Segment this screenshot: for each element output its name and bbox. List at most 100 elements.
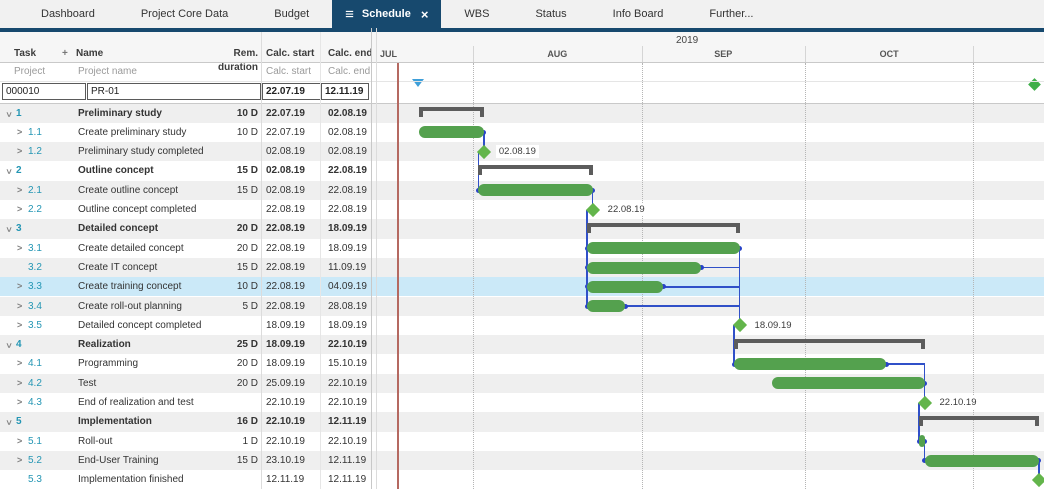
table-row[interactable] <box>0 412 1044 431</box>
summary-bar-cap <box>919 416 923 426</box>
task-bar[interactable] <box>925 455 1039 467</box>
project-start-input[interactable] <box>262 83 321 100</box>
summary-bar-cap <box>921 339 925 349</box>
milestone-date-label: 22.10.19 <box>937 396 980 409</box>
task-bar[interactable] <box>587 300 625 312</box>
tab-label: Schedule <box>362 8 411 20</box>
task-calc-end: 11.09.19 <box>328 258 366 277</box>
column-header-start[interactable]: Calc. start <box>266 47 314 61</box>
summary-bar[interactable] <box>478 165 592 169</box>
tab-label: Further... <box>709 8 753 20</box>
close-tab-icon[interactable]: × <box>421 8 429 21</box>
expand-chevron-icon[interactable]: > <box>17 200 22 219</box>
task-number: 4.1 <box>28 354 42 373</box>
summary-bar-cap <box>587 223 591 233</box>
summary-bar[interactable] <box>587 223 739 227</box>
table-gantt-divider[interactable] <box>371 28 372 489</box>
task-bar[interactable] <box>478 184 592 196</box>
expand-chevron-icon[interactable]: > <box>17 393 22 412</box>
tab-info-board[interactable]: Info Board <box>590 0 687 28</box>
summary-bar[interactable] <box>919 416 1039 420</box>
column-header-task[interactable]: Task <box>14 47 36 61</box>
expand-chevron-icon[interactable]: > <box>17 142 22 161</box>
column-divider-duration-start <box>261 32 262 489</box>
summary-bar-cap <box>480 107 484 117</box>
expand-chevron-icon[interactable]: > <box>17 374 22 393</box>
column-header-duration[interactable]: Rem. duration <box>198 47 258 61</box>
project-end-input[interactable] <box>321 83 369 100</box>
task-calc-start: 12.11.19 <box>266 470 304 489</box>
tab-label: Budget <box>274 8 309 20</box>
task-calc-end: 22.08.19 <box>328 200 367 219</box>
task-duration: 15 D <box>198 258 258 277</box>
task-bar[interactable] <box>587 281 663 293</box>
task-duration: 20 D <box>198 374 258 393</box>
tab-bar: DashboardProject Core Data Budget ≡ Schedul… <box>0 0 1044 28</box>
task-calc-end: 15.10.19 <box>328 354 367 373</box>
summary-bar[interactable] <box>419 107 484 111</box>
task-bar[interactable] <box>587 242 739 254</box>
expand-chevron-icon[interactable]: > <box>17 316 22 335</box>
task-bar[interactable] <box>734 358 886 370</box>
task-number: 4.2 <box>28 374 42 393</box>
tab-wbs[interactable]: WBS <box>441 0 512 28</box>
task-number: 1.1 <box>28 123 42 142</box>
task-number: 2.2 <box>28 200 42 219</box>
task-duration: 16 D <box>198 412 258 431</box>
add-column-icon[interactable]: + <box>62 47 68 61</box>
task-duration: 25 D <box>198 335 258 354</box>
expand-chevron-icon[interactable]: > <box>17 123 22 142</box>
tab-further[interactable]: Further... <box>686 0 776 28</box>
column-header-end[interactable]: Calc. end <box>328 47 372 61</box>
task-calc-end: 04.09.19 <box>328 277 367 296</box>
task-name: Create roll-out planning <box>78 297 182 316</box>
tab-schedule[interactable]: ≡ Schedule × <box>332 0 441 28</box>
task-bar[interactable] <box>919 435 924 447</box>
dependency-line <box>886 363 924 365</box>
task-name: Create detailed concept <box>78 239 184 258</box>
task-number: 5.3 <box>28 470 42 489</box>
task-calc-start: 25.09.19 <box>266 374 305 393</box>
expand-chevron-icon[interactable]: > <box>17 354 22 373</box>
task-calc-start: 02.08.19 <box>266 142 305 161</box>
table-row[interactable] <box>0 432 1044 451</box>
expand-chevron-icon[interactable]: > <box>17 451 22 470</box>
summary-bar[interactable] <box>734 339 924 343</box>
task-calc-start: 22.08.19 <box>266 200 305 219</box>
month-separator <box>473 46 474 62</box>
task-number: 2.1 <box>28 181 42 200</box>
menu-icon[interactable]: ≡ <box>345 7 354 22</box>
task-number: 3.2 <box>28 258 42 277</box>
expand-chevron-icon[interactable]: > <box>17 239 22 258</box>
task-duration: 20 D <box>198 239 258 258</box>
task-name: Implementation finished <box>78 470 184 489</box>
project-name-input[interactable] <box>87 83 261 100</box>
task-bar[interactable] <box>772 377 924 389</box>
task-calc-start: 18.09.19 <box>266 335 305 354</box>
schedule-window: DashboardProject Core Data Budget ≡ Schedul… <box>0 0 1044 489</box>
task-calc-start: 18.09.19 <box>266 354 305 373</box>
task-number: 5.2 <box>28 451 42 470</box>
tab-budget[interactable]: Budget <box>251 0 332 28</box>
tab-status[interactable]: Status <box>512 0 589 28</box>
expand-chevron-icon[interactable]: > <box>17 297 22 316</box>
summary-bar-cap <box>1035 416 1039 426</box>
task-calc-end: 12.11.19 <box>328 451 366 470</box>
project-id-input[interactable] <box>2 83 86 100</box>
expand-chevron-icon[interactable]: > <box>17 181 22 200</box>
expand-chevron-icon[interactable]: > <box>17 277 22 296</box>
expand-chevron-icon[interactable]: > <box>17 432 22 451</box>
task-number: 4.3 <box>28 393 42 412</box>
task-duration: 10 D <box>198 123 258 142</box>
month-separator <box>973 46 974 62</box>
task-duration: 15 D <box>198 161 258 180</box>
task-bar[interactable] <box>419 126 484 138</box>
task-number: 3.4 <box>28 297 42 316</box>
task-bar[interactable] <box>587 262 701 274</box>
tab-dashboard[interactable]: Dashboard <box>18 0 118 28</box>
timeline-year: 2019 <box>676 35 698 47</box>
column-header-name[interactable]: Name <box>76 47 103 61</box>
tab-project-core-data[interactable]: Project Core Data <box>118 0 251 28</box>
task-calc-end: 02.08.19 <box>328 104 367 123</box>
month-separator <box>805 46 806 62</box>
